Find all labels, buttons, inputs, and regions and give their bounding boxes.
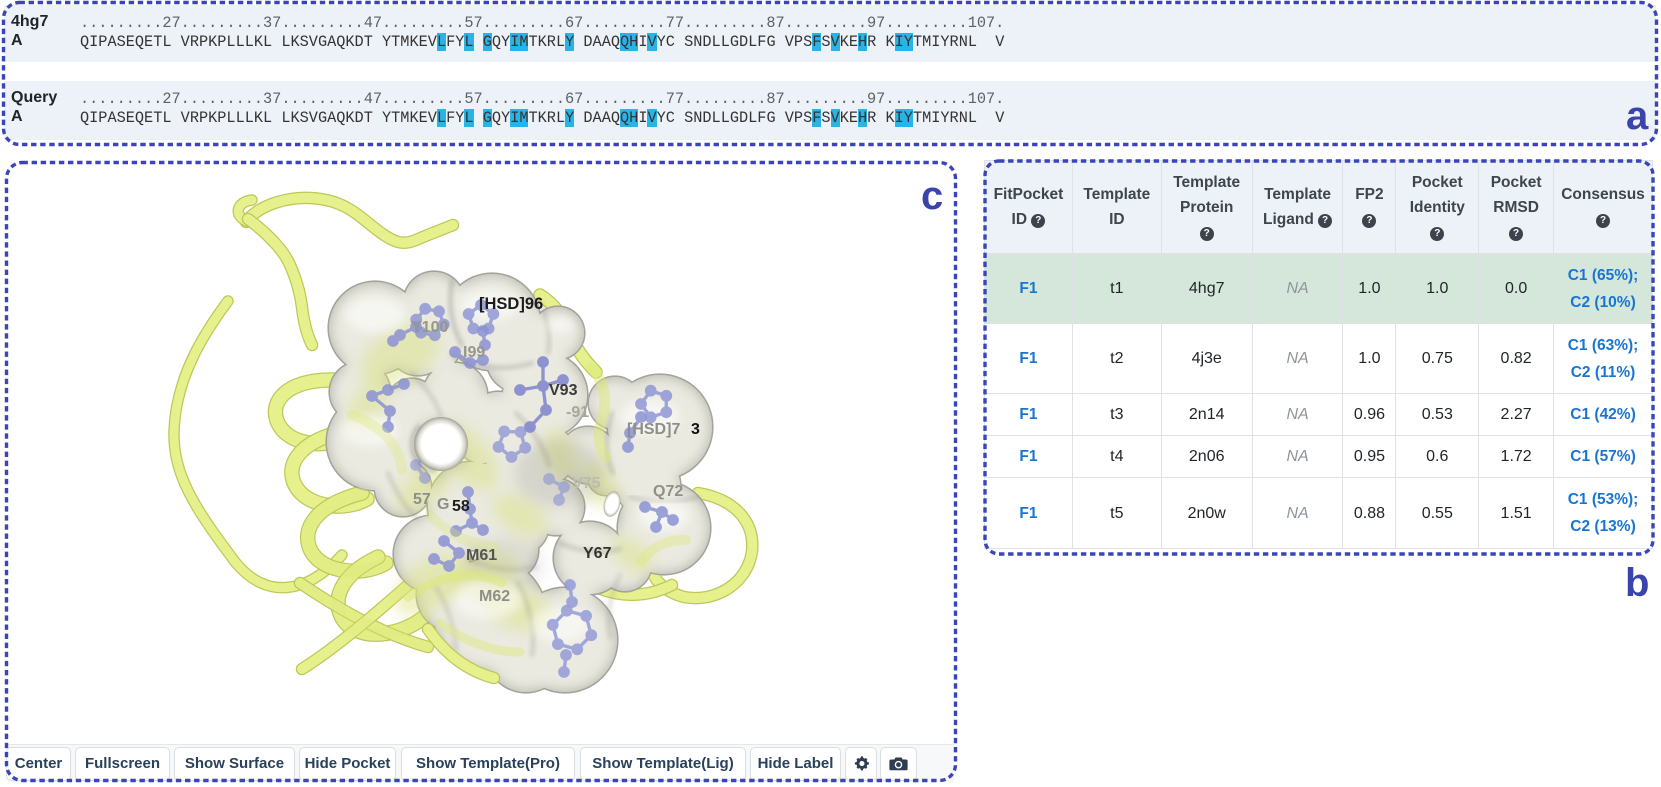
svg-text:Y67: Y67 [583,545,612,562]
svg-text:M61: M61 [466,547,497,564]
svg-text:3: 3 [691,421,700,438]
svg-text:M62: M62 [479,588,510,605]
svg-text:57: 57 [413,491,431,508]
svg-text:[HSD]96: [HSD]96 [479,295,543,313]
svg-text:-91: -91 [566,404,589,421]
svg-text:Y100: Y100 [411,319,448,336]
svg-text:I99: I99 [463,344,485,361]
svg-text:58: 58 [452,498,470,515]
svg-text:[HSD]7: [HSD]7 [627,421,680,438]
svg-text:Q72: Q72 [653,483,683,500]
svg-text:V93: V93 [549,382,578,399]
svg-text:G: G [437,496,449,513]
svg-text:V75: V75 [572,475,601,492]
